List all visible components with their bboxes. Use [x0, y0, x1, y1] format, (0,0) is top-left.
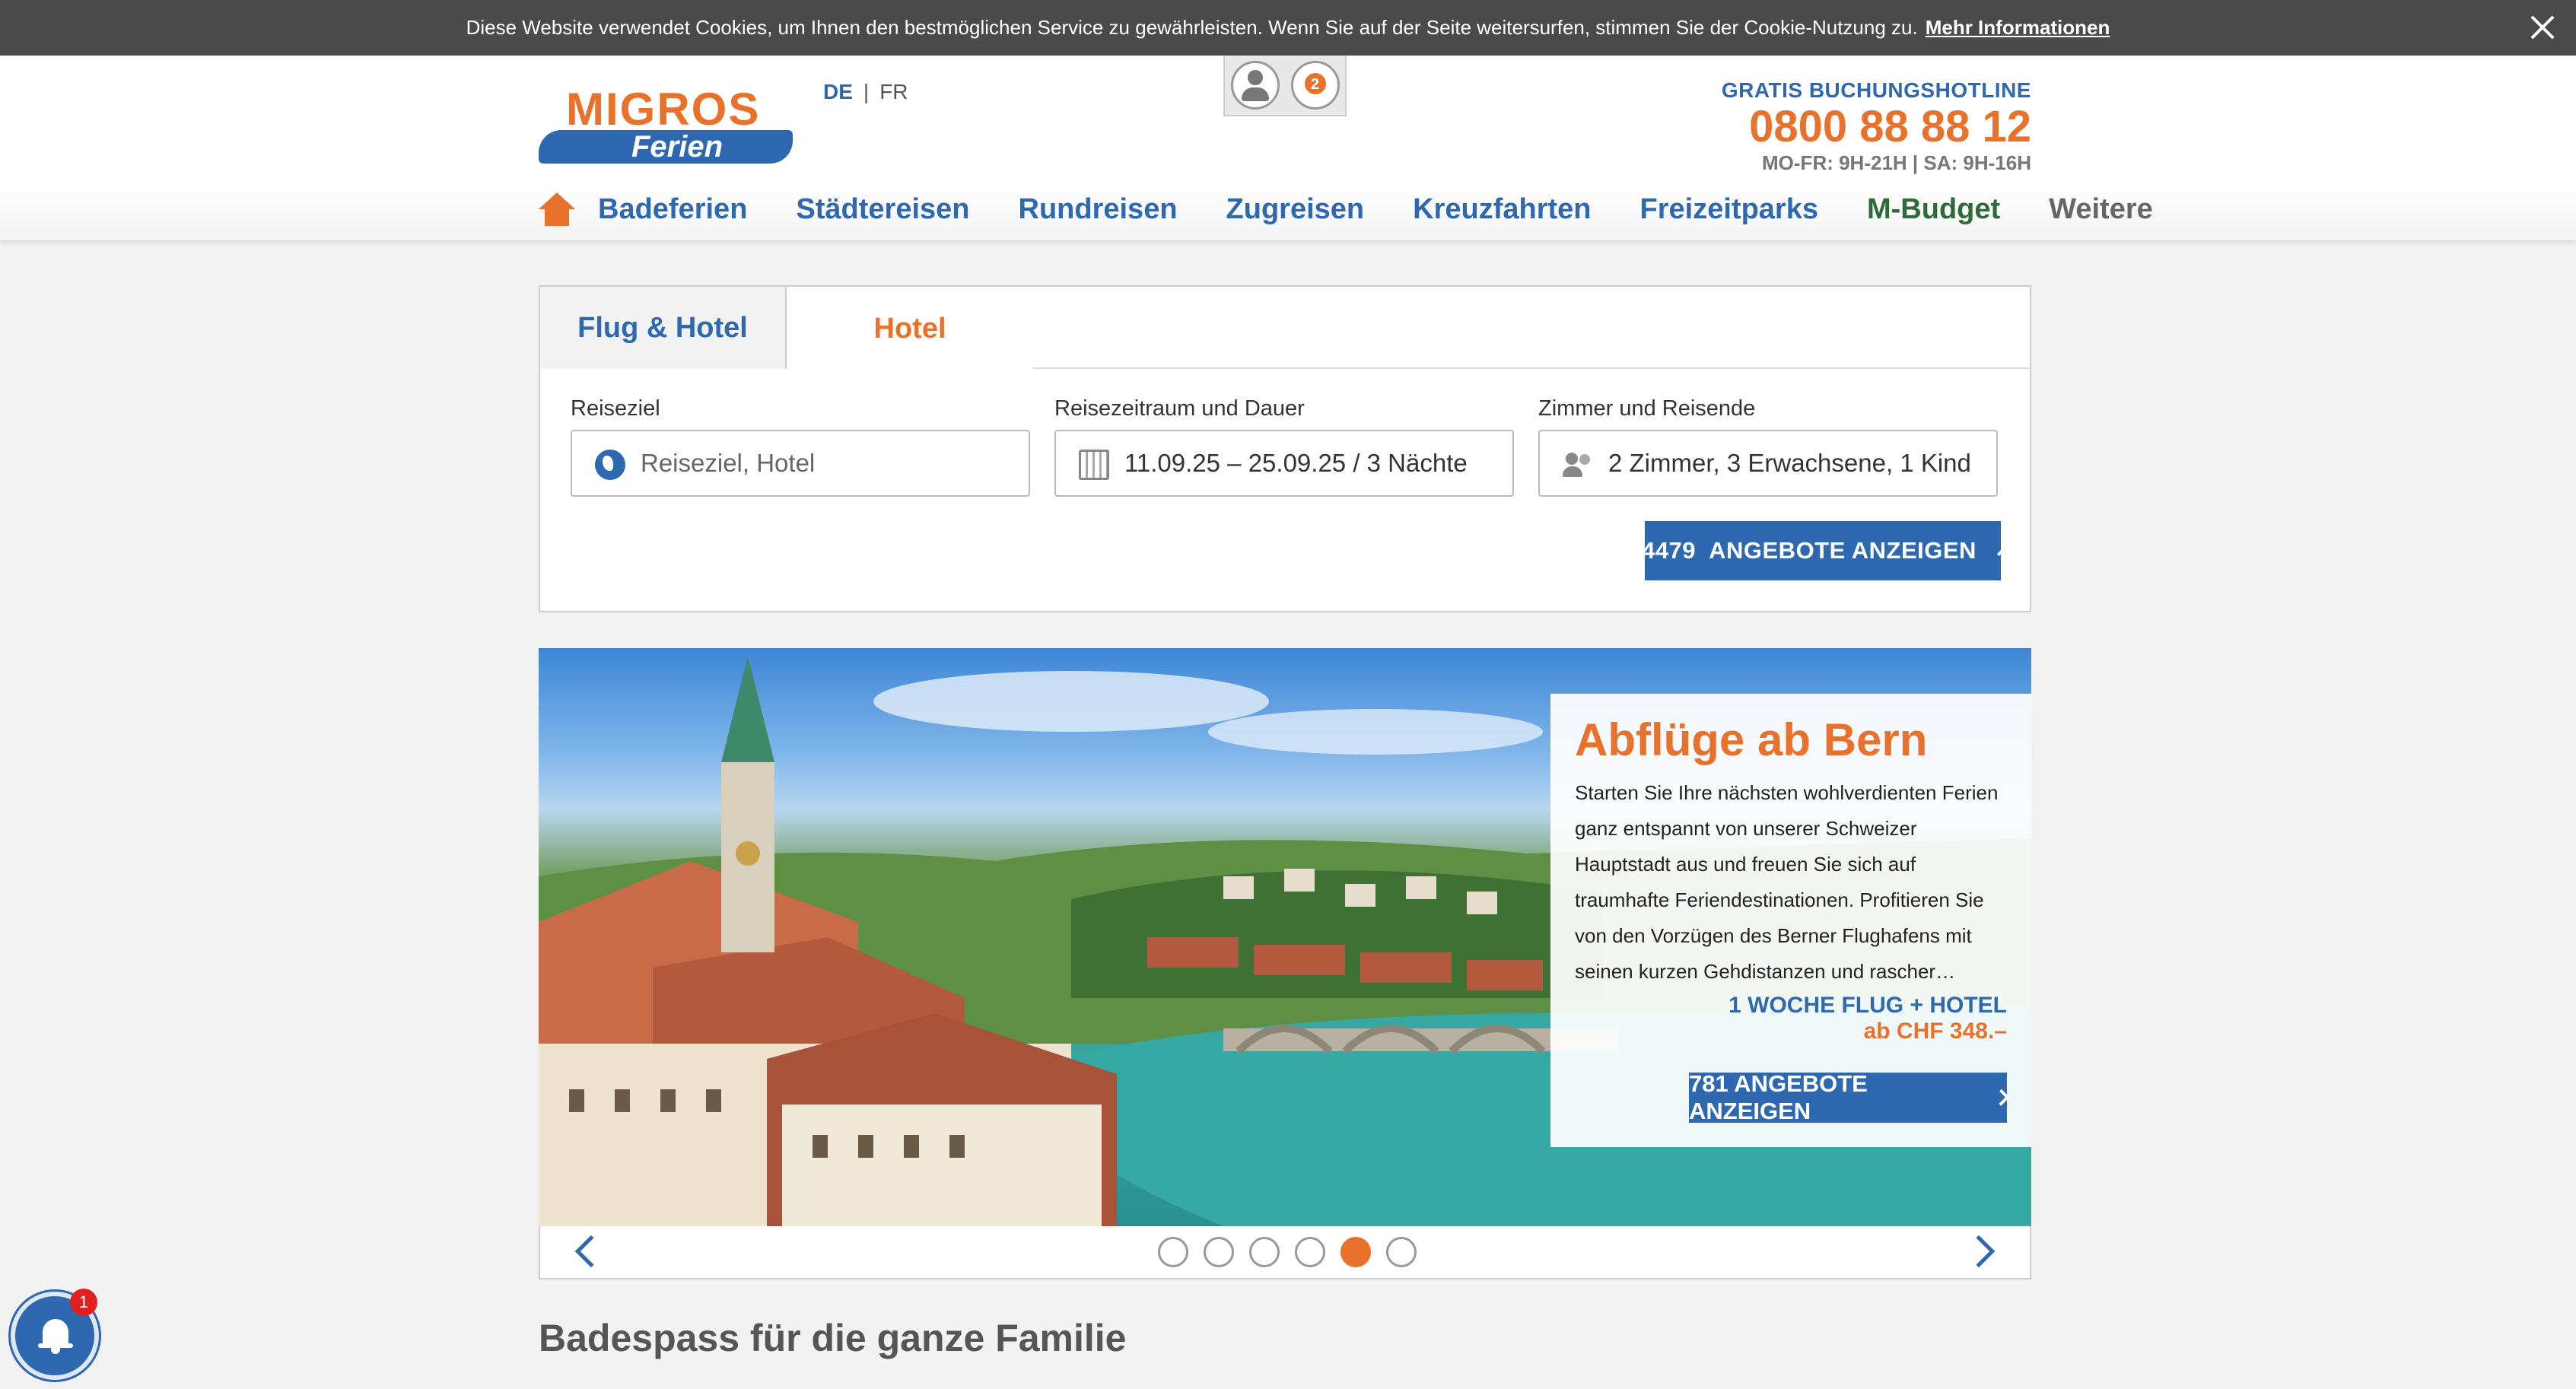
notification-bell[interactable]: 1	[11, 1289, 99, 1380]
hotline-label: GRATIS BUCHUNGSHOTLINE	[1721, 78, 2031, 102]
home-icon[interactable]	[539, 192, 575, 226]
cookie-more-info-link[interactable]: Mehr Informationen	[1926, 16, 2110, 40]
slider-dot-6[interactable]	[1386, 1237, 1417, 1267]
slider-dot-4[interactable]	[1295, 1237, 1325, 1267]
hotline-hours: MO-FR: 9H-21H | SA: 9H-16H	[1762, 151, 2031, 174]
people-icon	[1563, 450, 1593, 480]
travel-period-label: Reisezeitraum und Dauer	[1054, 396, 1305, 421]
logo[interactable]: MIGROS Ferien	[539, 83, 793, 165]
logo-text-ferien: Ferien	[539, 130, 793, 164]
promo-title: Abflüge ab Bern	[1575, 714, 1928, 765]
site-header: MIGROS Ferien DE | FR 2 GRATIS BUCHUNGSH…	[0, 56, 2576, 240]
close-icon[interactable]	[2526, 11, 2559, 44]
slider-dot-1[interactable]	[1158, 1237, 1188, 1267]
slider-dot-3[interactable]	[1249, 1237, 1280, 1267]
tab-flug-hotel[interactable]: Flug & Hotel	[540, 287, 787, 369]
lang-fr-link[interactable]: FR	[879, 80, 908, 104]
chevron-right-icon	[1996, 545, 2008, 557]
promo-card: Abflüge ab Bern Starten Sie Ihre nächste…	[1550, 694, 2031, 1147]
globe-icon	[595, 450, 625, 480]
user-tools: 2	[1223, 56, 1347, 116]
hero-slider: Abflüge ab Bern Starten Sie Ihre nächste…	[539, 648, 2031, 1279]
slider-dot-5[interactable]	[1340, 1237, 1371, 1267]
search-panel: Flug & Hotel Hotel Reiseziel Reisezeitra…	[539, 285, 2031, 612]
nav-item-rundreisen[interactable]: Rundreisen	[1019, 193, 1178, 226]
lang-separator: |	[863, 80, 870, 103]
hotline-number[interactable]: 0800 88 88 12	[1722, 103, 2031, 151]
promo-price: ab CHF 348.–	[1863, 1019, 2007, 1044]
calendar-icon	[1079, 450, 1109, 480]
slider-prev-arrow-icon[interactable]	[574, 1235, 608, 1268]
show-offers-button-label: 4479 ANGEBOTE ANZEIGEN	[1642, 537, 1977, 564]
search-tabs: Flug & Hotel Hotel	[540, 287, 2030, 370]
promo-offer-line: 1 WOCHE FLUG + HOTEL	[1728, 993, 2007, 1018]
nav-item-weitere[interactable]: Weitere	[2049, 193, 2153, 226]
destination-placeholder: Reiseziel, Hotel	[641, 449, 816, 477]
favorites-icon[interactable]: 2	[1290, 61, 1340, 110]
nav-item-freizeitparks[interactable]: Freizeitparks	[1640, 193, 1818, 226]
rooms-travellers-field[interactable]: 2 Zimmer, 3 Erwachsene, 1 Kind	[1538, 430, 1998, 497]
slider-controls	[539, 1226, 2031, 1279]
destination-input[interactable]: Reiseziel, Hotel	[571, 430, 1030, 497]
bell-icon	[43, 1319, 68, 1345]
promo-offers-button-label: 781 ANGEBOTE ANZEIGEN	[1689, 1070, 1868, 1124]
slider-dot-2[interactable]	[1204, 1237, 1234, 1267]
show-offers-button[interactable]: 4479 ANGEBOTE ANZEIGEN	[1642, 521, 2008, 580]
language-switcher: DE | FR	[823, 80, 908, 104]
booking-hotline: GRATIS BUCHUNGSHOTLINE 0800 88 88 12 MO-…	[1722, 78, 2031, 175]
main-navigation: Badeferien Städtereisen Rundreisen Zugre…	[539, 186, 2153, 232]
notification-count-badge: 1	[70, 1289, 97, 1316]
nav-item-zugreisen[interactable]: Zugreisen	[1226, 193, 1365, 226]
cookie-banner: Diese Website verwendet Cookies, um Ihne…	[0, 0, 2576, 56]
lang-de-link[interactable]: DE	[823, 80, 853, 104]
tab-hotel[interactable]: Hotel	[787, 287, 1033, 370]
user-account-icon[interactable]	[1230, 61, 1280, 110]
section-title: Badespass für die ganze Familie	[539, 1317, 1127, 1359]
destination-label: Reiseziel	[571, 396, 660, 421]
slider-next-arrow-icon[interactable]	[1962, 1235, 1996, 1268]
travel-period-value: 11.09.25 – 25.09.25 / 3 Nächte	[1124, 449, 1468, 477]
promo-offers-button[interactable]: 781 ANGEBOTE ANZEIGEN	[1689, 1070, 2010, 1124]
nav-item-m-budget[interactable]: M-Budget	[1867, 193, 2000, 226]
favorites-count-badge: 2	[1302, 71, 1328, 97]
chevron-right-icon	[1992, 1089, 2010, 1107]
cookie-text: Diese Website verwendet Cookies, um Ihne…	[466, 16, 1918, 39]
rooms-travellers-value: 2 Zimmer, 3 Erwachsene, 1 Kind	[1608, 449, 1971, 477]
travel-period-field[interactable]: 11.09.25 – 25.09.25 / 3 Nächte	[1054, 430, 1514, 497]
logo-text-migros: MIGROS	[566, 84, 761, 135]
slider-dots	[1158, 1237, 1417, 1267]
rooms-travellers-label: Zimmer und Reisende	[1538, 396, 1756, 421]
nav-item-kreuzfahrten[interactable]: Kreuzfahrten	[1413, 193, 1591, 226]
promo-text: Starten Sie Ihre nächsten wohlverdienten…	[1575, 781, 1999, 983]
nav-item-badeferien[interactable]: Badeferien	[598, 193, 747, 226]
slide-image-bern[interactable]: Abflüge ab Bern Starten Sie Ihre nächste…	[539, 648, 2031, 1226]
bell-icon-clapper	[51, 1348, 60, 1354]
nav-item-staedtereisen[interactable]: Städtereisen	[796, 193, 969, 226]
